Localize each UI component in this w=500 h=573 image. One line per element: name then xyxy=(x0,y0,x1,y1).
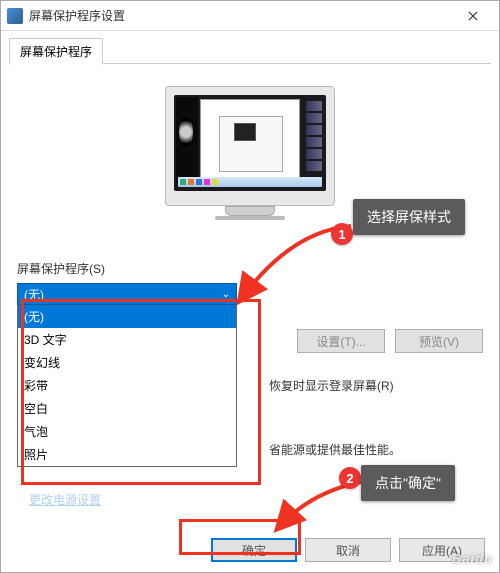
settings-preview-row: 设置(T)... 预览(V) xyxy=(297,329,483,353)
window-title: 屏幕保护程序设置 xyxy=(29,7,453,24)
dropdown-option[interactable]: 空白 xyxy=(18,397,236,420)
dialog-window: 屏幕保护程序设置 屏幕保护程序 xyxy=(0,0,500,573)
dropdown-option[interactable]: 气泡 xyxy=(18,420,236,443)
titlebar: 屏幕保护程序设置 xyxy=(1,1,499,31)
dialog-button-row: 确定 取消 应用(A) xyxy=(211,538,485,562)
annotation-callout: 选择屏保样式 xyxy=(353,199,465,235)
annotation-badge: 1 xyxy=(331,223,353,245)
power-settings-link[interactable]: 更改电源设置 xyxy=(29,491,101,508)
apply-button[interactable]: 应用(A) xyxy=(399,538,485,562)
preview-button[interactable]: 预览(V) xyxy=(395,329,483,353)
app-icon xyxy=(7,8,23,24)
annotation-badge: 2 xyxy=(339,467,361,489)
monitor-preview xyxy=(160,86,340,236)
group-label: 屏幕保护程序(S) xyxy=(17,260,483,277)
dropdown-option[interactable]: 彩带 xyxy=(18,374,236,397)
tab-strip: 屏幕保护程序 xyxy=(1,31,499,64)
dropdown-list: (无) 3D 文字 变幻线 彩带 空白 气泡 照片 xyxy=(17,305,237,467)
resume-checkbox-label: 恢复时显示登录屏幕(R) xyxy=(269,377,394,394)
chevron-down-icon: ⌄ xyxy=(222,289,230,300)
annotation-callout: 点击"确定" xyxy=(361,465,455,501)
settings-button[interactable]: 设置(T)... xyxy=(297,329,385,353)
dropdown-option[interactable]: 3D 文字 xyxy=(18,328,236,351)
tab-screensaver[interactable]: 屏幕保护程序 xyxy=(9,38,103,65)
dropdown-option[interactable]: (无) xyxy=(18,305,236,328)
close-icon xyxy=(468,11,478,21)
content-area: 屏幕保护程序(S) (无) ⌄ (无) 3D 文字 变幻线 彩带 空白 气泡 照… xyxy=(1,64,499,479)
dropdown-option[interactable]: 变幻线 xyxy=(18,351,236,374)
screensaver-group: 屏幕保护程序(S) (无) ⌄ (无) 3D 文字 变幻线 彩带 空白 气泡 照… xyxy=(17,260,483,467)
cancel-button[interactable]: 取消 xyxy=(305,538,391,562)
close-button[interactable] xyxy=(453,2,493,30)
dropdown-option[interactable]: 照片 xyxy=(18,443,236,466)
dropdown-selected-text: (无) xyxy=(24,286,44,303)
screensaver-dropdown[interactable]: (无) ⌄ (无) 3D 文字 变幻线 彩带 空白 气泡 照片 xyxy=(17,283,237,467)
ok-button[interactable]: 确定 xyxy=(211,538,297,562)
dropdown-selected[interactable]: (无) ⌄ xyxy=(17,283,237,305)
power-text: 省能源或提供最佳性能。 xyxy=(269,441,401,458)
